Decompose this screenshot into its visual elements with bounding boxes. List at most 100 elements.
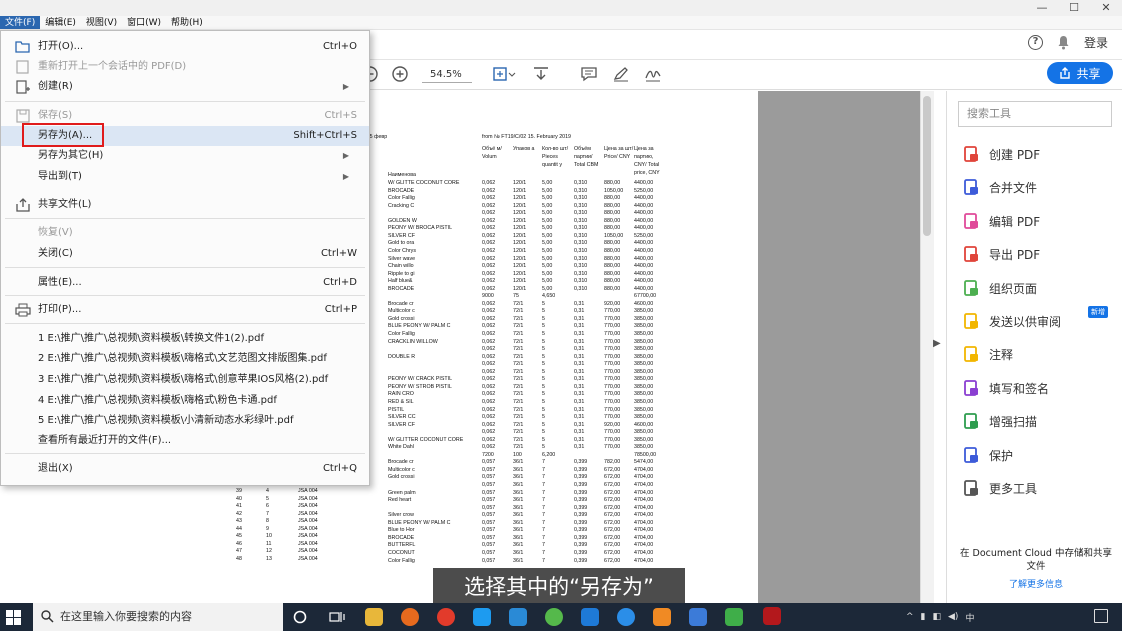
taskbar-search-input[interactable]: 在这里输入你要搜索的内容 [33,603,283,631]
file-menu-item[interactable]: 共享文件(L) [1,195,369,215]
doc-cell-pack: 75 [513,293,519,300]
acrobat-taskbar-icon[interactable] [763,607,781,625]
tool-item[interactable]: 更多工具 [962,479,1037,497]
menu-edit[interactable]: 编辑(E) [40,16,81,29]
app-icon-blue-2[interactable] [689,608,707,626]
sign-icon[interactable] [644,66,662,85]
tool-item[interactable]: 合并文件 [962,178,1037,196]
tool-item[interactable]: 创建 PDF [962,145,1040,163]
tool-item[interactable]: 增强扫描 [962,412,1037,430]
doc-row-number: 45 [236,533,242,540]
tool-item-label: 增强扫描 [989,414,1038,429]
doc-col-header: Цена за шт/ Price/ CNY [604,146,634,160]
wechat-icon[interactable] [725,608,743,626]
volume-icon[interactable]: ◀) [948,612,958,622]
menu-window[interactable]: 窗口(W) [122,16,166,29]
doc-cell-total: 4400,00 [634,180,654,186]
minimize-icon[interactable]: — [1026,0,1058,16]
doc-cell-pack: 72/1 [513,353,524,360]
learn-more-link[interactable]: 了解更多信息 [956,577,1116,590]
ie-icon[interactable] [617,608,635,626]
fill-sign-icon [962,379,980,397]
share-button[interactable]: 共享 [1047,62,1113,84]
doc-cell-name: BLUE PEONY W/ PALM C [388,323,451,330]
maximize-icon[interactable]: ☐ [1058,0,1090,16]
doc-cell-total: 4400,00 [634,210,654,217]
network-icon[interactable]: ◧ [933,612,942,622]
app-icon-orange[interactable] [653,608,671,626]
doc-cell-cbm: 0,310 [574,270,588,277]
tool-item[interactable]: 组织页面 [962,279,1037,297]
doc-cell-volume: 0,062 [482,436,496,443]
fit-page-icon[interactable] [492,66,516,85]
battery-icon[interactable]: ▮ [921,612,926,622]
login-link[interactable]: 登录 [1084,34,1108,51]
file-explorer-icon[interactable] [365,608,383,626]
file-menu-item[interactable]: 退出(X) Ctrl+Q [1,459,369,479]
highlight-pen-icon[interactable] [612,66,630,85]
close-icon[interactable]: ✕ [1090,0,1122,16]
expand-panel-icon[interactable]: ▶ [933,338,941,349]
doc-cell-total: 3850,00 [634,376,654,383]
tool-item[interactable]: 编辑 PDF [962,212,1040,230]
doc-cell-qty: 5,00 [542,270,553,277]
file-menu-item[interactable]: 打印(P)... Ctrl+P [1,300,369,320]
browser-icon-green[interactable] [545,608,563,626]
file-menu-item[interactable]: 4 E:\推广\推广\总视频\资料模板\嗨格式\粉色卡通.pdf [1,391,369,411]
menu-view[interactable]: 视图(V) [81,16,122,29]
file-menu-item[interactable]: 关闭(C) Ctrl+W [1,244,369,264]
doc-cell-name: Half blue& [388,278,413,285]
help-icon[interactable]: ? [1027,35,1043,50]
scroll-mode-icon[interactable] [532,66,550,85]
tray-chevron-icon[interactable]: ^ [906,612,914,622]
file-menu-item[interactable]: 另存为其它(H) ▶ [1,146,369,166]
menu-file[interactable]: 文件(F) [0,16,41,29]
doc-cell-volume: 0,062 [482,270,496,277]
doc-cell-total: 4400,00 [634,247,654,254]
share-button-label: 共享 [1076,66,1101,81]
task-view-icon[interactable] [329,610,345,624]
file-menu-item[interactable]: 打开(O)... Ctrl+O [1,37,369,57]
tool-item[interactable]: 填写和签名 [962,379,1049,397]
file-menu-item[interactable]: 导出到(T) ▶ [1,167,369,187]
notification-icon[interactable] [1094,609,1108,623]
doc-cell-total: 4400,00 [634,270,654,277]
tool-item[interactable]: 导出 PDF [962,245,1040,263]
create-pdf-icon [15,80,31,94]
doc-cell-volume: 0,057 [482,549,496,556]
doc-cell-total: 4704,00 [634,489,654,496]
tool-search-input[interactable]: 搜索工具 [958,101,1112,127]
tool-item[interactable]: 发送以供审阅 [962,312,1061,330]
cortana-icon[interactable] [293,610,307,624]
file-menu-item[interactable]: 属性(E)... Ctrl+D [1,273,369,293]
file-menu-item[interactable]: 1 E:\推广\推广\总视频\资料模板\转换文件1(2).pdf [1,329,369,349]
acrobat-window: — ☐ ✕ 文件(F) 编辑(E) 视图(V) 窗口(W) 帮助(H) ? 登录… [0,0,1122,631]
tool-item[interactable]: 保护 [962,446,1013,464]
file-menu-item[interactable]: 2 E:\推广\推广\总视频\资料模板\嗨格式\文艺范图文排版图集.pdf [1,349,369,369]
chrome-icon[interactable] [437,608,455,626]
windows-start-icon[interactable] [6,610,21,628]
menu-help[interactable]: 帮助(H) [166,16,208,29]
file-menu-item-label: 创建(R) [38,81,73,92]
zoom-in-icon[interactable] [392,66,408,85]
tool-item[interactable]: 注释 [962,345,1013,363]
edge-icon[interactable] [581,608,599,626]
qq-browser-icon[interactable] [473,608,491,626]
doc-cell-price: 672,00 [604,474,621,481]
doc-cell-total: 4704,00 [634,466,654,473]
scrollbar-thumb[interactable] [923,96,931,236]
doc-cell-volume: 0,057 [482,459,496,466]
file-menu-item[interactable]: 3 E:\推广\推广\总视频\资料模板\嗨格式\创意苹果IOS风格(2).pdf [1,370,369,390]
firefox-icon[interactable] [401,608,419,626]
comment-icon[interactable] [580,66,598,85]
app-icon-blue[interactable] [509,608,527,626]
doc-cell-pack: 72/1 [513,308,524,315]
doc-cell-name: W/ GLITTE COCONUT CORE [388,180,460,186]
doc-cell-qty: 7 [542,527,545,534]
file-menu-item[interactable]: 5 E:\推广\推广\总视频\资料模板\小清新动态水彩绿叶.pdf [1,411,369,431]
zoom-level-field[interactable]: 54.5% [422,69,472,83]
ime-icon[interactable]: 中 [965,611,974,624]
file-menu-item[interactable]: 查看所有最近打开的文件(F)... [1,431,369,451]
file-menu-item[interactable]: 创建(R) ▶ [1,77,369,97]
bell-icon[interactable] [1057,35,1070,50]
